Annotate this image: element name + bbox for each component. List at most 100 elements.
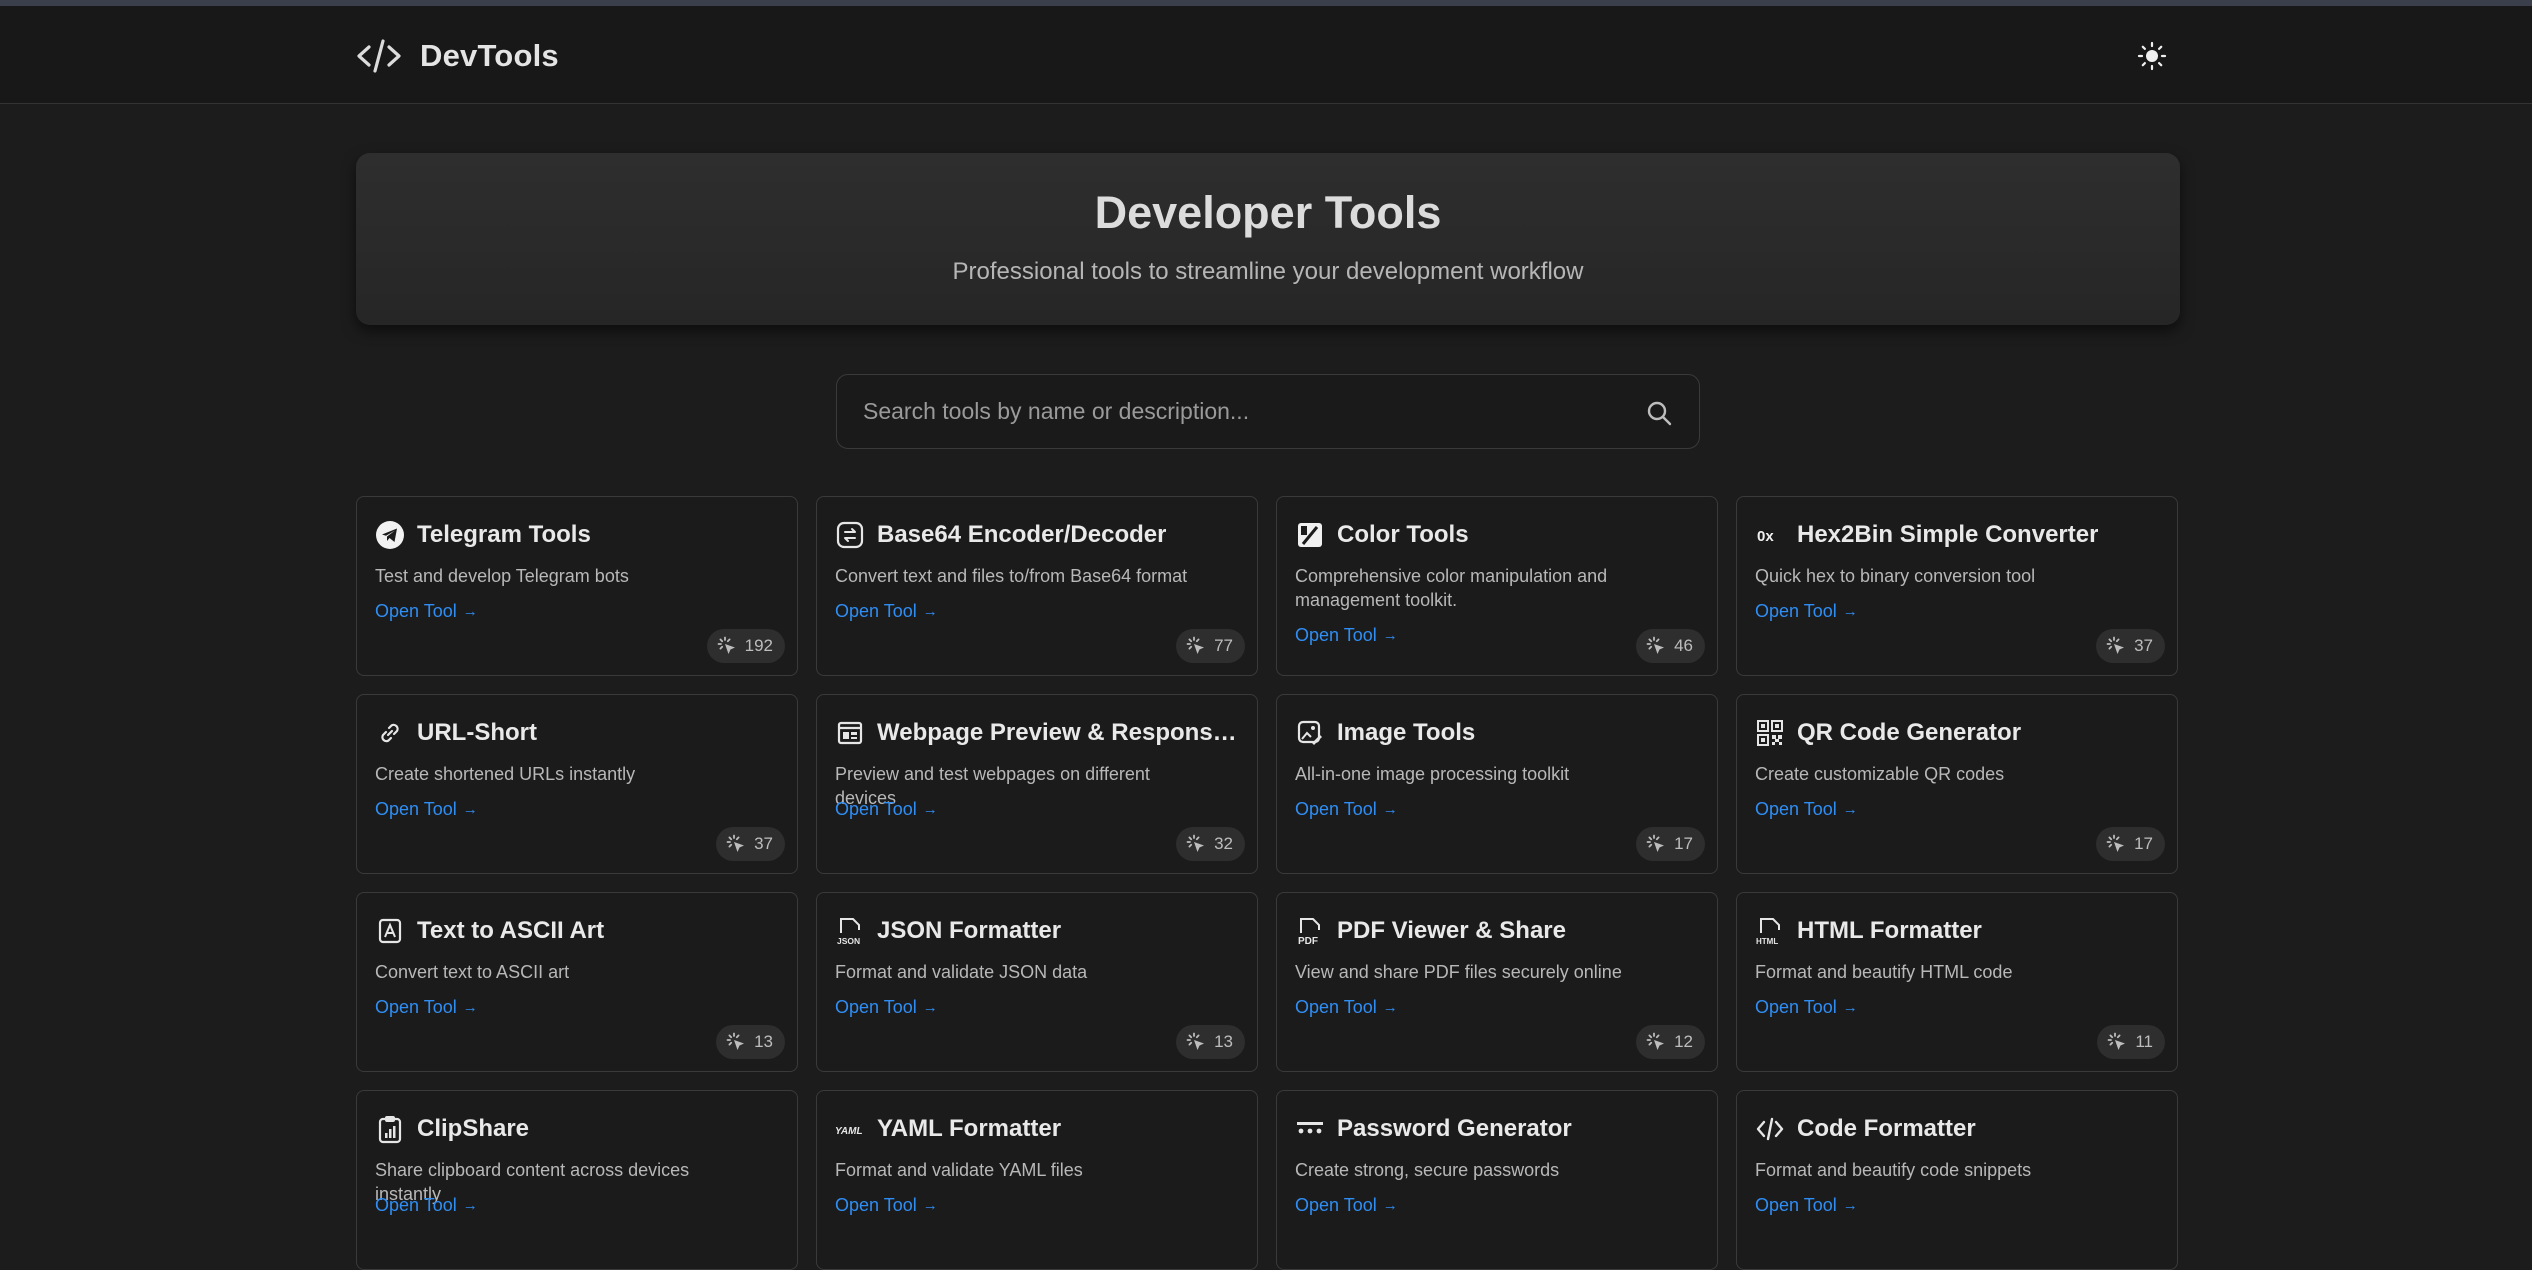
open-tool-link[interactable]: Open Tool →: [1295, 625, 1398, 646]
open-tool-label: Open Tool: [1295, 625, 1377, 645]
open-tool-link[interactable]: Open Tool →: [1755, 799, 1858, 820]
tool-card[interactable]: Image Tools All-in-one image processing …: [1276, 694, 1718, 874]
tool-card[interactable]: Base64 Encoder/Decoder Convert text and …: [816, 496, 1258, 676]
usage-count: 13: [754, 1032, 773, 1051]
json-file-icon: JSON: [835, 916, 865, 946]
open-tool-label: Open Tool: [1755, 997, 1837, 1017]
open-tool-label: Open Tool: [375, 799, 457, 819]
open-tool-label: Open Tool: [375, 997, 457, 1017]
arrow-right-icon: →: [1842, 1197, 1858, 1214]
qr-code-icon: [1755, 718, 1785, 748]
tool-title: Password Generator: [1337, 1115, 1572, 1142]
usage-count-badge: 37: [2096, 629, 2165, 663]
open-tool-link[interactable]: Open Tool →: [1295, 1195, 1398, 1216]
tool-description: Test and develop Telegram bots: [375, 566, 629, 586]
html-file-icon: HTML: [1755, 916, 1785, 946]
tool-title: URL-Short: [417, 719, 537, 746]
arrow-right-icon: →: [462, 801, 478, 818]
open-tool-label: Open Tool: [1755, 1195, 1837, 1215]
tool-card-header: Color Tools: [1295, 519, 1699, 551]
open-tool-link[interactable]: Open Tool →: [835, 601, 938, 622]
tool-description: View and share PDF files securely online: [1295, 962, 1622, 982]
tool-card[interactable]: PDF PDF Viewer & Share View and share PD…: [1276, 892, 1718, 1072]
tool-card[interactable]: JSON JSON Formatter Format and validate …: [816, 892, 1258, 1072]
tool-title: Text to ASCII Art: [417, 917, 605, 944]
click-icon: [1186, 834, 1206, 854]
usage-count: 32: [1214, 834, 1233, 853]
tool-card[interactable]: 0x Hex2Bin Simple Converter Quick hex to…: [1736, 496, 2178, 676]
tool-card-header: YAML YAML Formatter: [835, 1113, 1239, 1145]
tool-description: Create shortened URLs instantly: [375, 764, 636, 784]
tool-card[interactable]: Password Generator Create strong, secure…: [1276, 1090, 1718, 1270]
tool-card[interactable]: Color Tools Comprehensive color manipula…: [1276, 496, 1718, 676]
tool-card[interactable]: Webpage Preview & Responsive Tester Prev…: [816, 694, 1258, 874]
search-icon[interactable]: [1645, 399, 1673, 427]
open-tool-label: Open Tool: [1295, 1195, 1377, 1215]
usage-count: 17: [1674, 834, 1693, 853]
open-tool-link[interactable]: Open Tool →: [835, 1195, 938, 1216]
tool-card[interactable]: Telegram Tools Test and develop Telegram…: [356, 496, 798, 676]
tool-card-header: Text to ASCII Art: [375, 915, 779, 947]
tool-card-header: URL-Short: [375, 717, 779, 749]
tool-description: Format and beautify HTML code: [1755, 962, 2013, 982]
usage-count: 77: [1214, 636, 1233, 655]
open-tool-link[interactable]: Open Tool →: [835, 997, 938, 1018]
arrow-right-icon: →: [1382, 999, 1398, 1016]
tool-card[interactable]: QR Code Generator Create customizable QR…: [1736, 694, 2178, 874]
image-edit-icon: [1295, 718, 1325, 748]
tool-card-header: Base64 Encoder/Decoder: [835, 519, 1239, 551]
click-icon: [726, 1032, 746, 1052]
tool-card-header: QR Code Generator: [1755, 717, 2159, 749]
tool-card[interactable]: ClipShare Share clipboard content across…: [356, 1090, 798, 1270]
open-tool-label: Open Tool: [1755, 601, 1837, 621]
clipboard-chart-icon: [375, 1114, 405, 1144]
click-icon: [1186, 1032, 1206, 1052]
open-tool-link[interactable]: Open Tool →: [375, 1195, 478, 1216]
tool-card[interactable]: YAML YAML Formatter Format and validate …: [816, 1090, 1258, 1270]
tool-description: Convert text and files to/from Base64 fo…: [835, 566, 1188, 586]
ascii-art-icon: [375, 916, 405, 946]
webpage-icon: [835, 718, 865, 748]
open-tool-link[interactable]: Open Tool →: [1755, 997, 1858, 1018]
arrow-right-icon: →: [462, 1197, 478, 1214]
open-tool-link[interactable]: Open Tool →: [835, 799, 938, 820]
search-input[interactable]: [861, 375, 1621, 448]
arrow-right-icon: →: [1382, 1197, 1398, 1214]
open-tool-link[interactable]: Open Tool →: [1755, 601, 1858, 622]
usage-count: 37: [754, 834, 773, 853]
click-icon: [1186, 636, 1206, 656]
link-icon: [375, 718, 405, 748]
open-tool-link[interactable]: Open Tool →: [1295, 799, 1398, 820]
tool-description: Create strong, secure passwords: [1295, 1160, 1560, 1180]
usage-count: 192: [744, 636, 773, 655]
usage-count: 11: [2135, 1032, 2153, 1051]
open-tool-link[interactable]: Open Tool →: [375, 601, 478, 622]
tool-card[interactable]: Text to ASCII Art Convert text to ASCII …: [356, 892, 798, 1072]
open-tool-link[interactable]: Open Tool →: [1755, 1195, 1858, 1216]
tool-title: Base64 Encoder/Decoder: [877, 521, 1167, 548]
base64-icon: [835, 520, 865, 550]
click-icon: [726, 834, 746, 854]
arrow-right-icon: →: [1842, 603, 1858, 620]
page-title: Developer Tools: [1094, 187, 1442, 238]
open-tool-link[interactable]: Open Tool →: [375, 799, 478, 820]
tool-card[interactable]: Code Formatter Format and beautify code …: [1736, 1090, 2178, 1270]
tool-card[interactable]: HTML HTML Formatter Format and beautify …: [1736, 892, 2178, 1072]
search-box: [836, 374, 1700, 449]
theme-toggle-button[interactable]: [2134, 40, 2170, 76]
brand[interactable]: DevTools: [356, 36, 559, 76]
open-tool-link[interactable]: Open Tool →: [375, 997, 478, 1018]
open-tool-link[interactable]: Open Tool →: [1295, 997, 1398, 1018]
open-tool-label: Open Tool: [1295, 799, 1377, 819]
arrow-right-icon: →: [922, 801, 938, 818]
tool-description: Quick hex to binary conversion tool: [1755, 566, 2036, 586]
usage-count: 46: [1674, 636, 1693, 655]
usage-count-badge: 12: [1636, 1025, 1705, 1059]
usage-count: 12: [1674, 1032, 1693, 1051]
tool-card-header: JSON JSON Formatter: [835, 915, 1239, 947]
usage-count-badge: 11: [2097, 1025, 2165, 1059]
click-icon: [1646, 1032, 1666, 1052]
arrow-right-icon: →: [1842, 801, 1858, 818]
click-icon: [717, 636, 737, 656]
tool-card[interactable]: URL-Short Create shortened URLs instantl…: [356, 694, 798, 874]
